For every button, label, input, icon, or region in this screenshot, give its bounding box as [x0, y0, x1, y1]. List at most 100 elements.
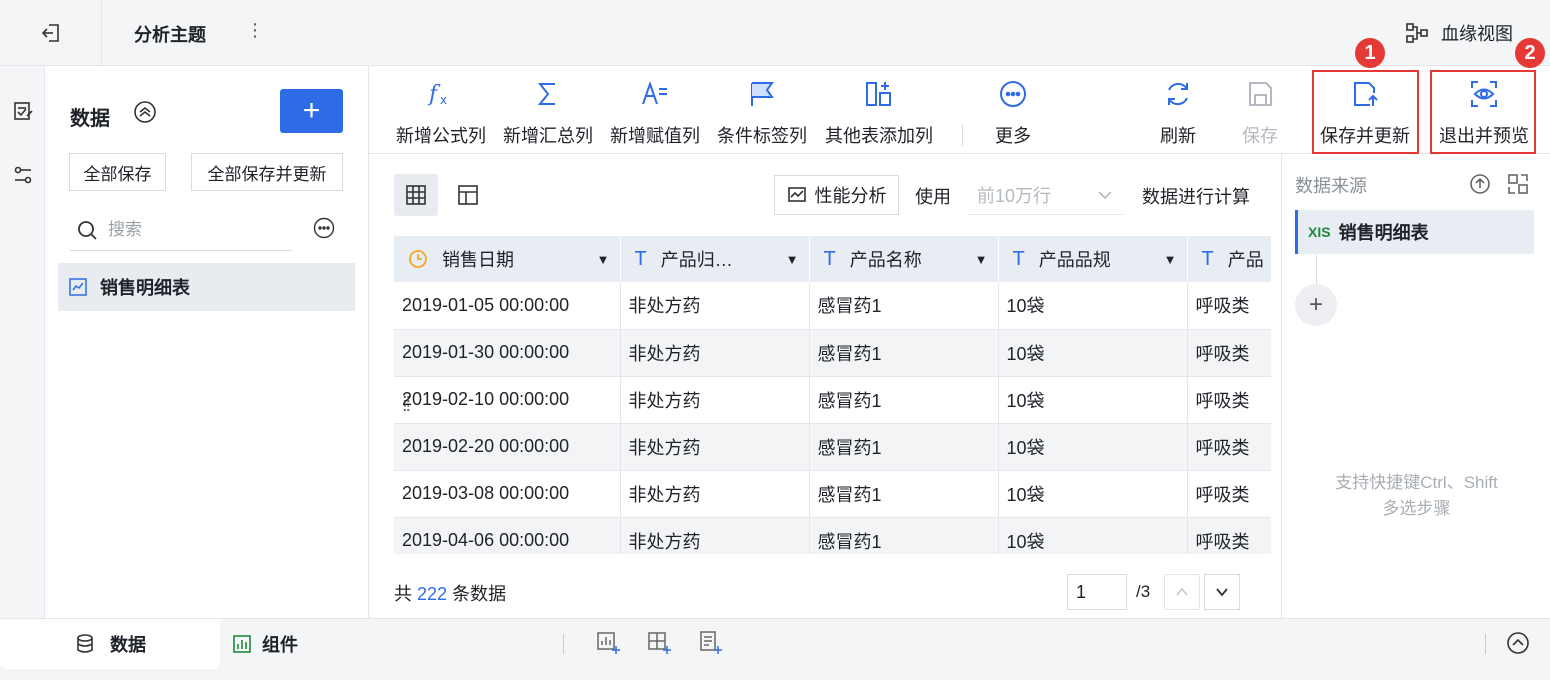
table-cell[interactable]: 2019-01-05 00:00:00 — [394, 282, 621, 330]
table-cell[interactable]: 10袋 — [998, 517, 1188, 554]
caret-down-icon[interactable]: ▼ — [786, 252, 799, 267]
table-cell[interactable]: 呼吸类 — [1187, 282, 1271, 330]
add-assign-column-button[interactable]: 新增赋值列 — [607, 66, 703, 154]
caret-down-icon[interactable]: ▼ — [597, 252, 610, 267]
table-header-row: 销售日期 ▼ T 产品归… ▼ T 产品名称 ▼ T 产品品规 ▼ T 产品 — [394, 236, 1271, 282]
add-summary-column-button[interactable]: 新增汇总列 — [500, 66, 596, 154]
table-list-item[interactable]: 销售明细表 — [58, 263, 355, 311]
lineage-icon — [1406, 23, 1428, 43]
page-up-button[interactable] — [1164, 574, 1200, 610]
add-chart-icon[interactable] — [596, 630, 620, 659]
refresh-button[interactable]: 刷新 — [1150, 66, 1206, 154]
table-cell[interactable]: 非处方药 — [620, 329, 810, 377]
table-cell[interactable]: 2019-04-06 00:00:00 — [394, 517, 621, 554]
data-panel-title: 数据 — [70, 108, 110, 130]
table-cell[interactable]: 10袋 — [998, 423, 1188, 471]
table-cell[interactable]: 10袋 — [998, 282, 1188, 330]
table-cell[interactable]: 2019-02-10 00:00:00 — [394, 376, 621, 424]
table-cell[interactable]: 感冒药1 — [809, 517, 999, 554]
condition-tag-column-button[interactable]: 条件标签列 — [714, 66, 810, 154]
add-formula-column-button[interactable]: f x 新增公式列 — [393, 66, 489, 154]
text-type-icon: T — [634, 247, 647, 270]
add-data-button[interactable]: + — [280, 89, 343, 133]
total-count: 共 222 条数据 — [394, 580, 506, 606]
table-cell[interactable]: 感冒药1 — [809, 423, 999, 471]
text-type-icon: T — [823, 247, 836, 270]
tab-component[interactable]: 组件 — [232, 619, 298, 669]
table-cell[interactable]: 呼吸类 — [1187, 470, 1271, 518]
table-cell[interactable]: 感冒药1 — [809, 470, 999, 518]
table-cell[interactable]: 非处方药 — [620, 470, 810, 518]
caret-down-icon[interactable]: ▼ — [975, 252, 988, 267]
add-report-icon[interactable] — [698, 630, 722, 659]
table-cell[interactable]: 感冒药1 — [809, 329, 999, 377]
rail-settings-button[interactable] — [0, 144, 45, 206]
add-column-from-table-button[interactable]: 其他表添加列 — [821, 66, 937, 154]
page-down-button[interactable] — [1204, 574, 1240, 610]
row-limit-select[interactable]: 前10万行 — [967, 175, 1124, 215]
table-cell[interactable]: 呼吸类 — [1187, 329, 1271, 377]
step-badge-2: 2 — [1515, 38, 1545, 68]
add-summary-column-label: 新增汇总列 — [503, 126, 593, 146]
collapse-up-icon[interactable] — [133, 100, 157, 129]
history-icon[interactable] — [1468, 172, 1492, 201]
table-cell[interactable]: 呼吸类 — [1187, 423, 1271, 471]
save-all-update-button[interactable]: 全部保存并更新 — [191, 153, 343, 191]
table-cell[interactable]: 呼吸类 — [1187, 517, 1271, 554]
left-rail — [0, 66, 45, 618]
table-cell[interactable]: 2019-01-30 00:00:00 — [394, 329, 621, 377]
column-header[interactable]: T 产品归… ▼ — [620, 236, 810, 282]
table-cell[interactable]: 10袋 — [998, 329, 1188, 377]
swap-icon[interactable] — [1506, 172, 1530, 201]
tab-component-label: 组件 — [262, 635, 298, 655]
table-cell[interactable]: 10袋 — [998, 470, 1188, 518]
tab-data-label: 数据 — [110, 635, 146, 655]
column-header[interactable]: T 产品 — [1187, 236, 1271, 282]
column-header[interactable]: 销售日期 ▼ — [394, 236, 621, 282]
table-cell[interactable]: 呼吸类 — [1187, 376, 1271, 424]
layout-view-button[interactable] — [446, 174, 490, 216]
chevron-down-icon — [1098, 190, 1112, 199]
table-cell[interactable]: 非处方药 — [620, 282, 810, 330]
flag-icon — [751, 82, 774, 106]
source-step-item[interactable]: XIS 销售明细表 — [1295, 210, 1534, 254]
search-more-icon[interactable] — [313, 217, 335, 244]
table-cell[interactable]: 非处方药 — [620, 517, 810, 554]
page-input[interactable]: 1 — [1067, 574, 1127, 610]
table-cell[interactable]: 非处方药 — [620, 423, 810, 471]
save-all-button[interactable]: 全部保存 — [69, 153, 166, 191]
expand-up-icon[interactable] — [1506, 631, 1530, 660]
exit-button[interactable] — [0, 0, 102, 66]
table-cell[interactable]: 10袋 — [998, 376, 1188, 424]
table-cell[interactable]: 感冒药1 — [809, 376, 999, 424]
svg-text:x: x — [440, 93, 447, 107]
add-step-button[interactable]: + — [1295, 284, 1337, 326]
add-dashboard-icon[interactable] — [647, 630, 671, 659]
data-table-container: 销售日期 ▼ T 产品归… ▼ T 产品名称 ▼ T 产品品规 ▼ T 产品 2… — [394, 236, 1271, 554]
performance-analysis-button[interactable]: 性能分析 — [774, 175, 899, 215]
save-button[interactable]: 保存 — [1232, 66, 1288, 154]
refresh-label: 刷新 — [1160, 126, 1196, 146]
lineage-label: 血缘视图 — [1441, 24, 1513, 44]
tab-data[interactable]: 数据 — [0, 619, 220, 669]
table-cell[interactable]: 2019-02-20 00:00:00 — [394, 423, 621, 471]
search-input[interactable] — [108, 219, 268, 240]
add-assign-column-label: 新增赋值列 — [610, 126, 700, 146]
row-limit-value: 前10万行 — [977, 185, 1052, 206]
rail-data-edit-button[interactable] — [0, 80, 45, 142]
table-row: 2019-02-10 00:00:00 非处方药 感冒药1 10袋 呼吸类 — [394, 376, 1271, 424]
table-cell[interactable]: 非处方药 — [620, 376, 810, 424]
top-bar: 分析主题 ⋮ 血缘视图 — [0, 0, 1550, 66]
theme-more-icon[interactable]: ⋮ — [246, 20, 264, 41]
table-cell[interactable]: 感冒药1 — [809, 282, 999, 330]
column-header[interactable]: T 产品名称 ▼ — [809, 236, 999, 282]
lineage-view-button[interactable]: 血缘视图 — [1405, 20, 1513, 46]
caret-down-icon[interactable]: ▼ — [1164, 252, 1177, 267]
source-item-name: 销售明细表 — [1338, 223, 1429, 243]
column-header-label: 产品 — [1227, 250, 1264, 270]
grid-view-button[interactable] — [394, 174, 438, 216]
add-column-icon — [866, 82, 891, 106]
more-button[interactable]: 更多 — [985, 66, 1041, 154]
table-cell[interactable]: 2019-03-08 00:00:00 — [394, 470, 621, 518]
column-header[interactable]: T 产品品规 ▼ — [998, 236, 1188, 282]
